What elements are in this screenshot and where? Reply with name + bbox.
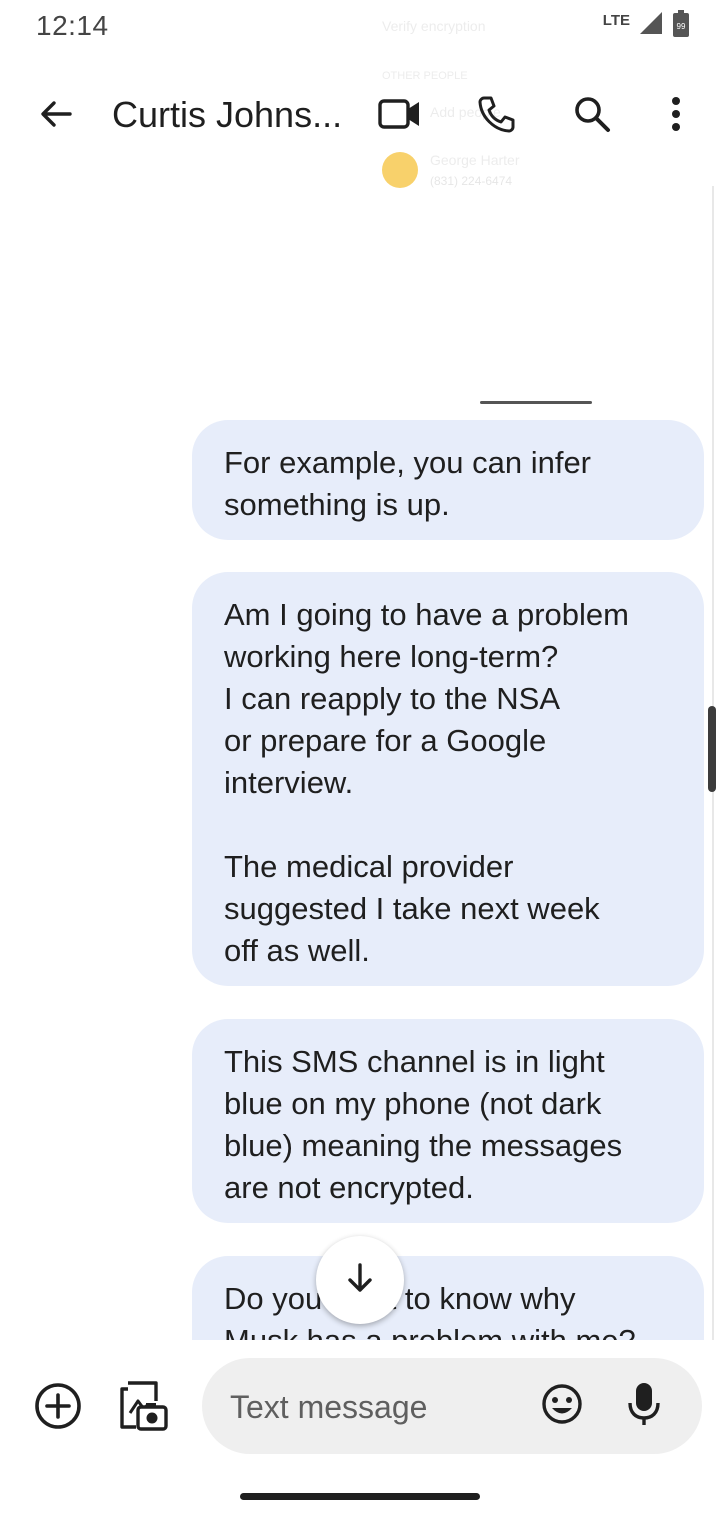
gallery-camera-icon xyxy=(116,1380,168,1436)
scroll-to-bottom-button[interactable] xyxy=(316,1236,404,1324)
message-list[interactable]: For example, you can infer something is … xyxy=(0,0,720,1340)
microphone-icon xyxy=(626,1381,662,1432)
divider-line xyxy=(480,401,592,404)
gesture-nav-handle[interactable] xyxy=(240,1493,480,1500)
arrow-down-icon xyxy=(343,1261,377,1300)
emoji-button[interactable] xyxy=(530,1374,594,1438)
message-bubble[interactable]: Am I going to have a problem working her… xyxy=(192,572,704,986)
attach-button[interactable] xyxy=(26,1376,90,1440)
message-bubble[interactable]: Do you want to know why Musk has a probl… xyxy=(192,1256,704,1340)
emoji-icon xyxy=(540,1382,584,1431)
voice-input-button[interactable] xyxy=(612,1374,676,1438)
message-bubble[interactable]: This SMS channel is in light blue on my … xyxy=(192,1019,704,1223)
gallery-button[interactable] xyxy=(110,1376,174,1440)
message-bubble[interactable]: For example, you can infer something is … xyxy=(192,420,704,540)
add-circle-icon xyxy=(33,1381,83,1436)
text-message-input[interactable] xyxy=(230,1384,530,1430)
